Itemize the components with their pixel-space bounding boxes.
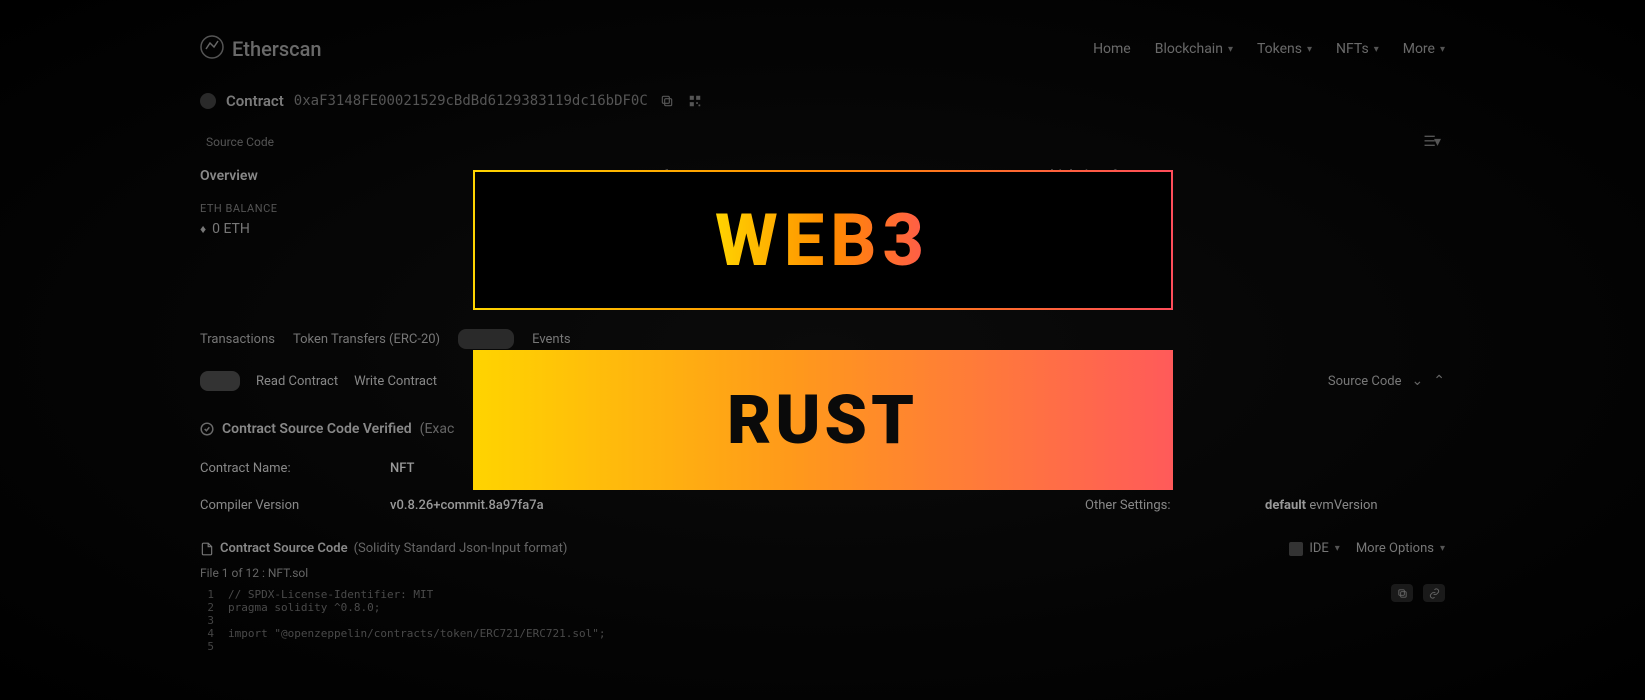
link-icon[interactable] <box>1423 584 1445 602</box>
subtab-read[interactable]: Read Contract <box>256 374 338 389</box>
chevron-down-icon: ▾ <box>1374 44 1379 55</box>
other-settings-value: default evmVersion <box>1265 498 1445 513</box>
code-line: 3 <box>200 614 1445 627</box>
top-navigation: Etherscan Home Blockchain▾ Tokens▾ NFTs▾… <box>200 0 1445 70</box>
tab-contract[interactable] <box>458 329 514 349</box>
subtab-write[interactable]: Write Contract <box>354 374 437 389</box>
brand-name: Etherscan <box>232 37 322 61</box>
rust-text: RUST <box>727 380 918 460</box>
file-icon <box>200 542 214 556</box>
nav-blockchain[interactable]: Blockchain▾ <box>1155 41 1233 57</box>
tab-events[interactable]: Events <box>532 332 570 347</box>
nav-nfts[interactable]: NFTs▾ <box>1336 41 1379 57</box>
nav-more[interactable]: More▾ <box>1403 41 1445 57</box>
source-code-title: Contract Source Code <box>220 541 348 556</box>
code-line: 4import "@openzeppelin/contracts/token/E… <box>200 627 1445 640</box>
source-code-bar: Source Code ☰▾ <box>200 130 1445 154</box>
etherscan-logo-icon <box>200 35 224 64</box>
chevron-down-icon: ▾ <box>1307 44 1312 55</box>
chevron-down-icon: ▾ <box>1440 44 1445 55</box>
chevron-up-icon[interactable]: ⌃ <box>1433 373 1445 389</box>
code-line: 5 <box>200 640 1445 653</box>
code-actions <box>1391 584 1445 602</box>
brand-logo[interactable]: Etherscan <box>200 35 322 64</box>
contract-identicon-icon <box>200 93 216 109</box>
rust-banner: RUST <box>473 350 1173 490</box>
contract-address: 0xaF3148FE00021529cBdBd6129383119dc16bDF… <box>294 93 648 109</box>
nav-tokens[interactable]: Tokens▾ <box>1257 41 1312 57</box>
contract-header: Contract 0xaF3148FE00021529cBdBd61293831… <box>200 92 1445 110</box>
nav-home[interactable]: Home <box>1093 41 1131 57</box>
other-settings-label: Other Settings: <box>1085 498 1265 513</box>
eth-icon: ♦ <box>200 222 206 236</box>
page-tabs: Transactions Token Transfers (ERC-20) Ev… <box>200 329 1445 349</box>
web3-text: WEB3 <box>715 198 930 283</box>
copy-code-icon[interactable] <box>1391 584 1413 602</box>
contract-label: Contract <box>226 92 284 110</box>
code-line: 2pragma solidity ^0.8.0; <box>200 601 1445 614</box>
qr-icon[interactable] <box>686 92 704 110</box>
chevron-down-icon: ▾ <box>1228 44 1233 55</box>
file-info: File 1 of 12 : NFT.sol <box>200 566 1445 580</box>
copy-icon[interactable] <box>658 92 676 110</box>
ide-icon <box>1289 542 1303 556</box>
verified-text: Contract Source Code Verified <box>222 421 412 437</box>
compiler-version-value: v0.8.26+commit.8a97fa7a <box>390 498 690 513</box>
tab-transactions[interactable]: Transactions <box>200 332 275 347</box>
code-line: 1// SPDX-License-Identifier: MIT <box>200 588 1445 601</box>
main-nav: Home Blockchain▾ Tokens▾ NFTs▾ More▾ <box>1093 41 1445 57</box>
source-code-subtitle: (Solidity Standard Json-Input format) <box>354 541 568 556</box>
tab-token-transfers[interactable]: Token Transfers (ERC-20) <box>293 332 440 347</box>
source-code-header: Contract Source Code (Solidity Standard … <box>200 541 1445 556</box>
chevron-down-icon: ▾ <box>1335 543 1340 554</box>
view-options-icon[interactable]: ☰▾ <box>1423 134 1439 150</box>
chevron-down-icon: ▾ <box>1440 543 1445 554</box>
check-circle-icon <box>200 422 214 436</box>
contract-name-label: Contract Name: <box>200 461 390 476</box>
code-editor: 1// SPDX-License-Identifier: MIT 2pragma… <box>200 588 1445 653</box>
ide-dropdown[interactable]: IDE ▾ <box>1289 541 1340 556</box>
verified-suffix: (Exac <box>420 421 455 437</box>
web3-banner: WEB3 <box>473 170 1173 310</box>
chevron-down-icon[interactable]: ⌄ <box>1412 373 1424 389</box>
subtab-code[interactable] <box>200 371 240 391</box>
more-options-dropdown[interactable]: More Options ▾ <box>1356 541 1445 556</box>
search-source-label: Source Code <box>1328 374 1402 389</box>
compiler-version-label: Compiler Version <box>200 498 390 513</box>
source-code-label: Source Code <box>206 135 274 149</box>
